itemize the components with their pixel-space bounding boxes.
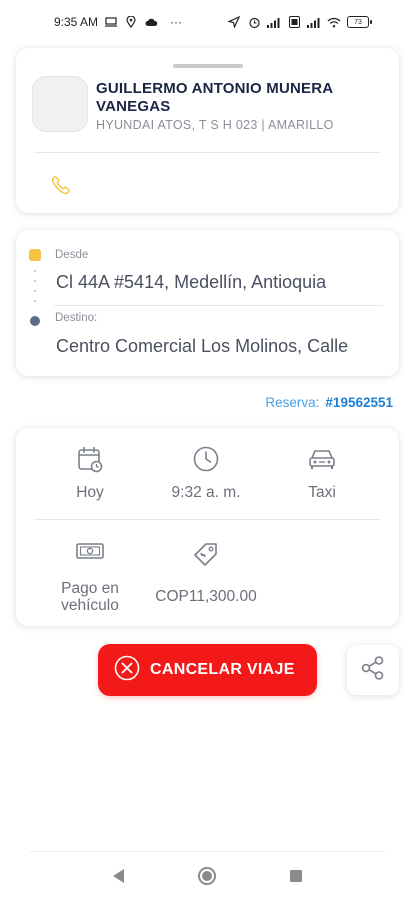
destination-label: Destino:	[55, 312, 98, 324]
battery-icon: 73	[347, 16, 372, 28]
cloud-icon	[144, 15, 158, 29]
cancel-trip-button[interactable]: CANCELAR VIAJE	[98, 644, 317, 696]
driver-avatar	[32, 76, 88, 132]
origin-label: Desde	[55, 249, 89, 261]
route-line	[34, 266, 36, 310]
battery-level: 73	[354, 18, 362, 26]
origin-marker-icon	[29, 249, 41, 261]
status-more: ···	[170, 15, 183, 29]
divider	[34, 519, 381, 520]
destination-address[interactable]: Centro Comercial Los Molinos, Calle	[56, 336, 391, 357]
phone-icon	[50, 174, 72, 201]
reservation-id: Reserva: #19562551	[265, 395, 393, 410]
share-icon	[359, 654, 387, 687]
screen-icon	[104, 15, 118, 29]
service-type: Taxi	[292, 444, 352, 502]
cash-icon	[75, 536, 105, 566]
cancel-trip-label: CANCELAR VIAJE	[150, 661, 295, 678]
destination-marker-icon	[30, 316, 40, 326]
recents-icon[interactable]	[290, 870, 302, 882]
clock-icon	[191, 444, 221, 474]
home-icon[interactable]	[198, 867, 216, 885]
payment-method: Pago en vehículo	[50, 536, 130, 614]
system-nav-bar	[0, 852, 415, 900]
status-left: 9:35 AM ···	[54, 15, 182, 29]
navigation-icon	[227, 15, 241, 29]
vehicle-info: HYUNDAI ATOS, T S H 023 | AMARILLO	[96, 118, 334, 132]
divider	[34, 152, 381, 153]
trip-date-value: Hoy	[76, 484, 104, 501]
calendar-icon	[75, 444, 105, 474]
reservation-number[interactable]: #19562551	[325, 395, 393, 410]
back-icon[interactable]	[113, 869, 124, 883]
route-card: Desde Cl 44A #5414, Medellín, Antioquia …	[16, 230, 399, 376]
location-icon	[124, 15, 138, 29]
driver-card: GUILLERMO ANTONIO MUNERA VANEGAS HYUNDAI…	[16, 48, 399, 213]
status-bar: 9:35 AM ··· 73	[0, 0, 415, 44]
payment-method-value: Pago en vehículo	[61, 580, 119, 614]
cancel-icon	[114, 655, 140, 686]
divider	[54, 305, 383, 306]
reservation-label: Reserva:	[265, 395, 320, 410]
signal-icon	[307, 15, 321, 29]
share-trip-button[interactable]	[347, 645, 399, 695]
trip-details-card: Hoy 9:32 a. m. Taxi Pago en vehículo COP…	[16, 428, 399, 626]
drag-handle[interactable]	[173, 64, 243, 68]
origin-address[interactable]: Cl 44A #5414, Medellín, Antioquia	[56, 272, 391, 293]
fare: COP11,300.00	[138, 540, 274, 606]
car-icon	[307, 444, 337, 474]
price-tag-icon	[191, 540, 221, 570]
trip-time-value: 9:32 a. m.	[171, 484, 241, 501]
data-icon	[287, 15, 301, 29]
signal-icon	[267, 15, 281, 29]
trip-time: 9:32 a. m.	[156, 444, 256, 502]
alarm-icon	[247, 15, 261, 29]
service-type-value: Taxi	[308, 484, 336, 501]
trip-date: Hoy	[60, 444, 120, 502]
status-right: 73	[227, 15, 372, 29]
wifi-icon	[327, 15, 341, 29]
status-time: 9:35 AM	[54, 15, 99, 29]
call-driver-button[interactable]	[48, 174, 74, 200]
driver-name: GUILLERMO ANTONIO MUNERA VANEGAS	[96, 80, 333, 115]
fare-value: COP11,300.00	[155, 588, 257, 605]
